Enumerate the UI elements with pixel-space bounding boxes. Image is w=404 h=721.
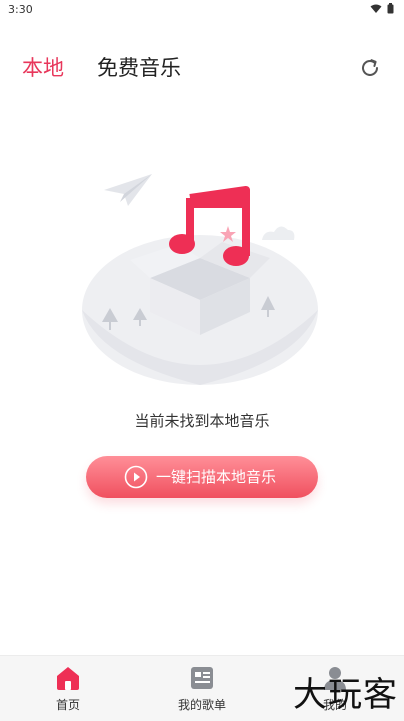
tab-free-music[interactable]: 免费音乐 (97, 52, 181, 84)
battery-icon (387, 3, 394, 14)
home-icon (57, 667, 79, 690)
playlist-icon (191, 667, 213, 689)
nav-home-label: 首页 (55, 698, 80, 712)
status-time: 3:30 (8, 3, 33, 16)
watermark: 大玩客 (293, 675, 398, 715)
empty-message: 当前未找到本地音乐 (134, 412, 270, 430)
status-icons (370, 3, 394, 14)
nav-home[interactable]: 首页 (18, 656, 118, 721)
top-tabs: 本地 免费音乐 (0, 52, 404, 88)
scan-button-label: 一键扫描本地音乐 (156, 468, 277, 486)
nav-playlist[interactable]: 我的歌单 (152, 656, 252, 721)
status-bar: 3:30 (0, 0, 404, 20)
scan-local-music-button[interactable]: 一键扫描本地音乐 (86, 456, 318, 498)
tab-local[interactable]: 本地 (22, 52, 64, 84)
empty-illustration (82, 174, 318, 385)
wifi-icon (370, 4, 382, 13)
play-icon (124, 465, 148, 489)
refresh-icon[interactable] (358, 56, 382, 80)
nav-playlist-label: 我的歌单 (177, 698, 226, 712)
